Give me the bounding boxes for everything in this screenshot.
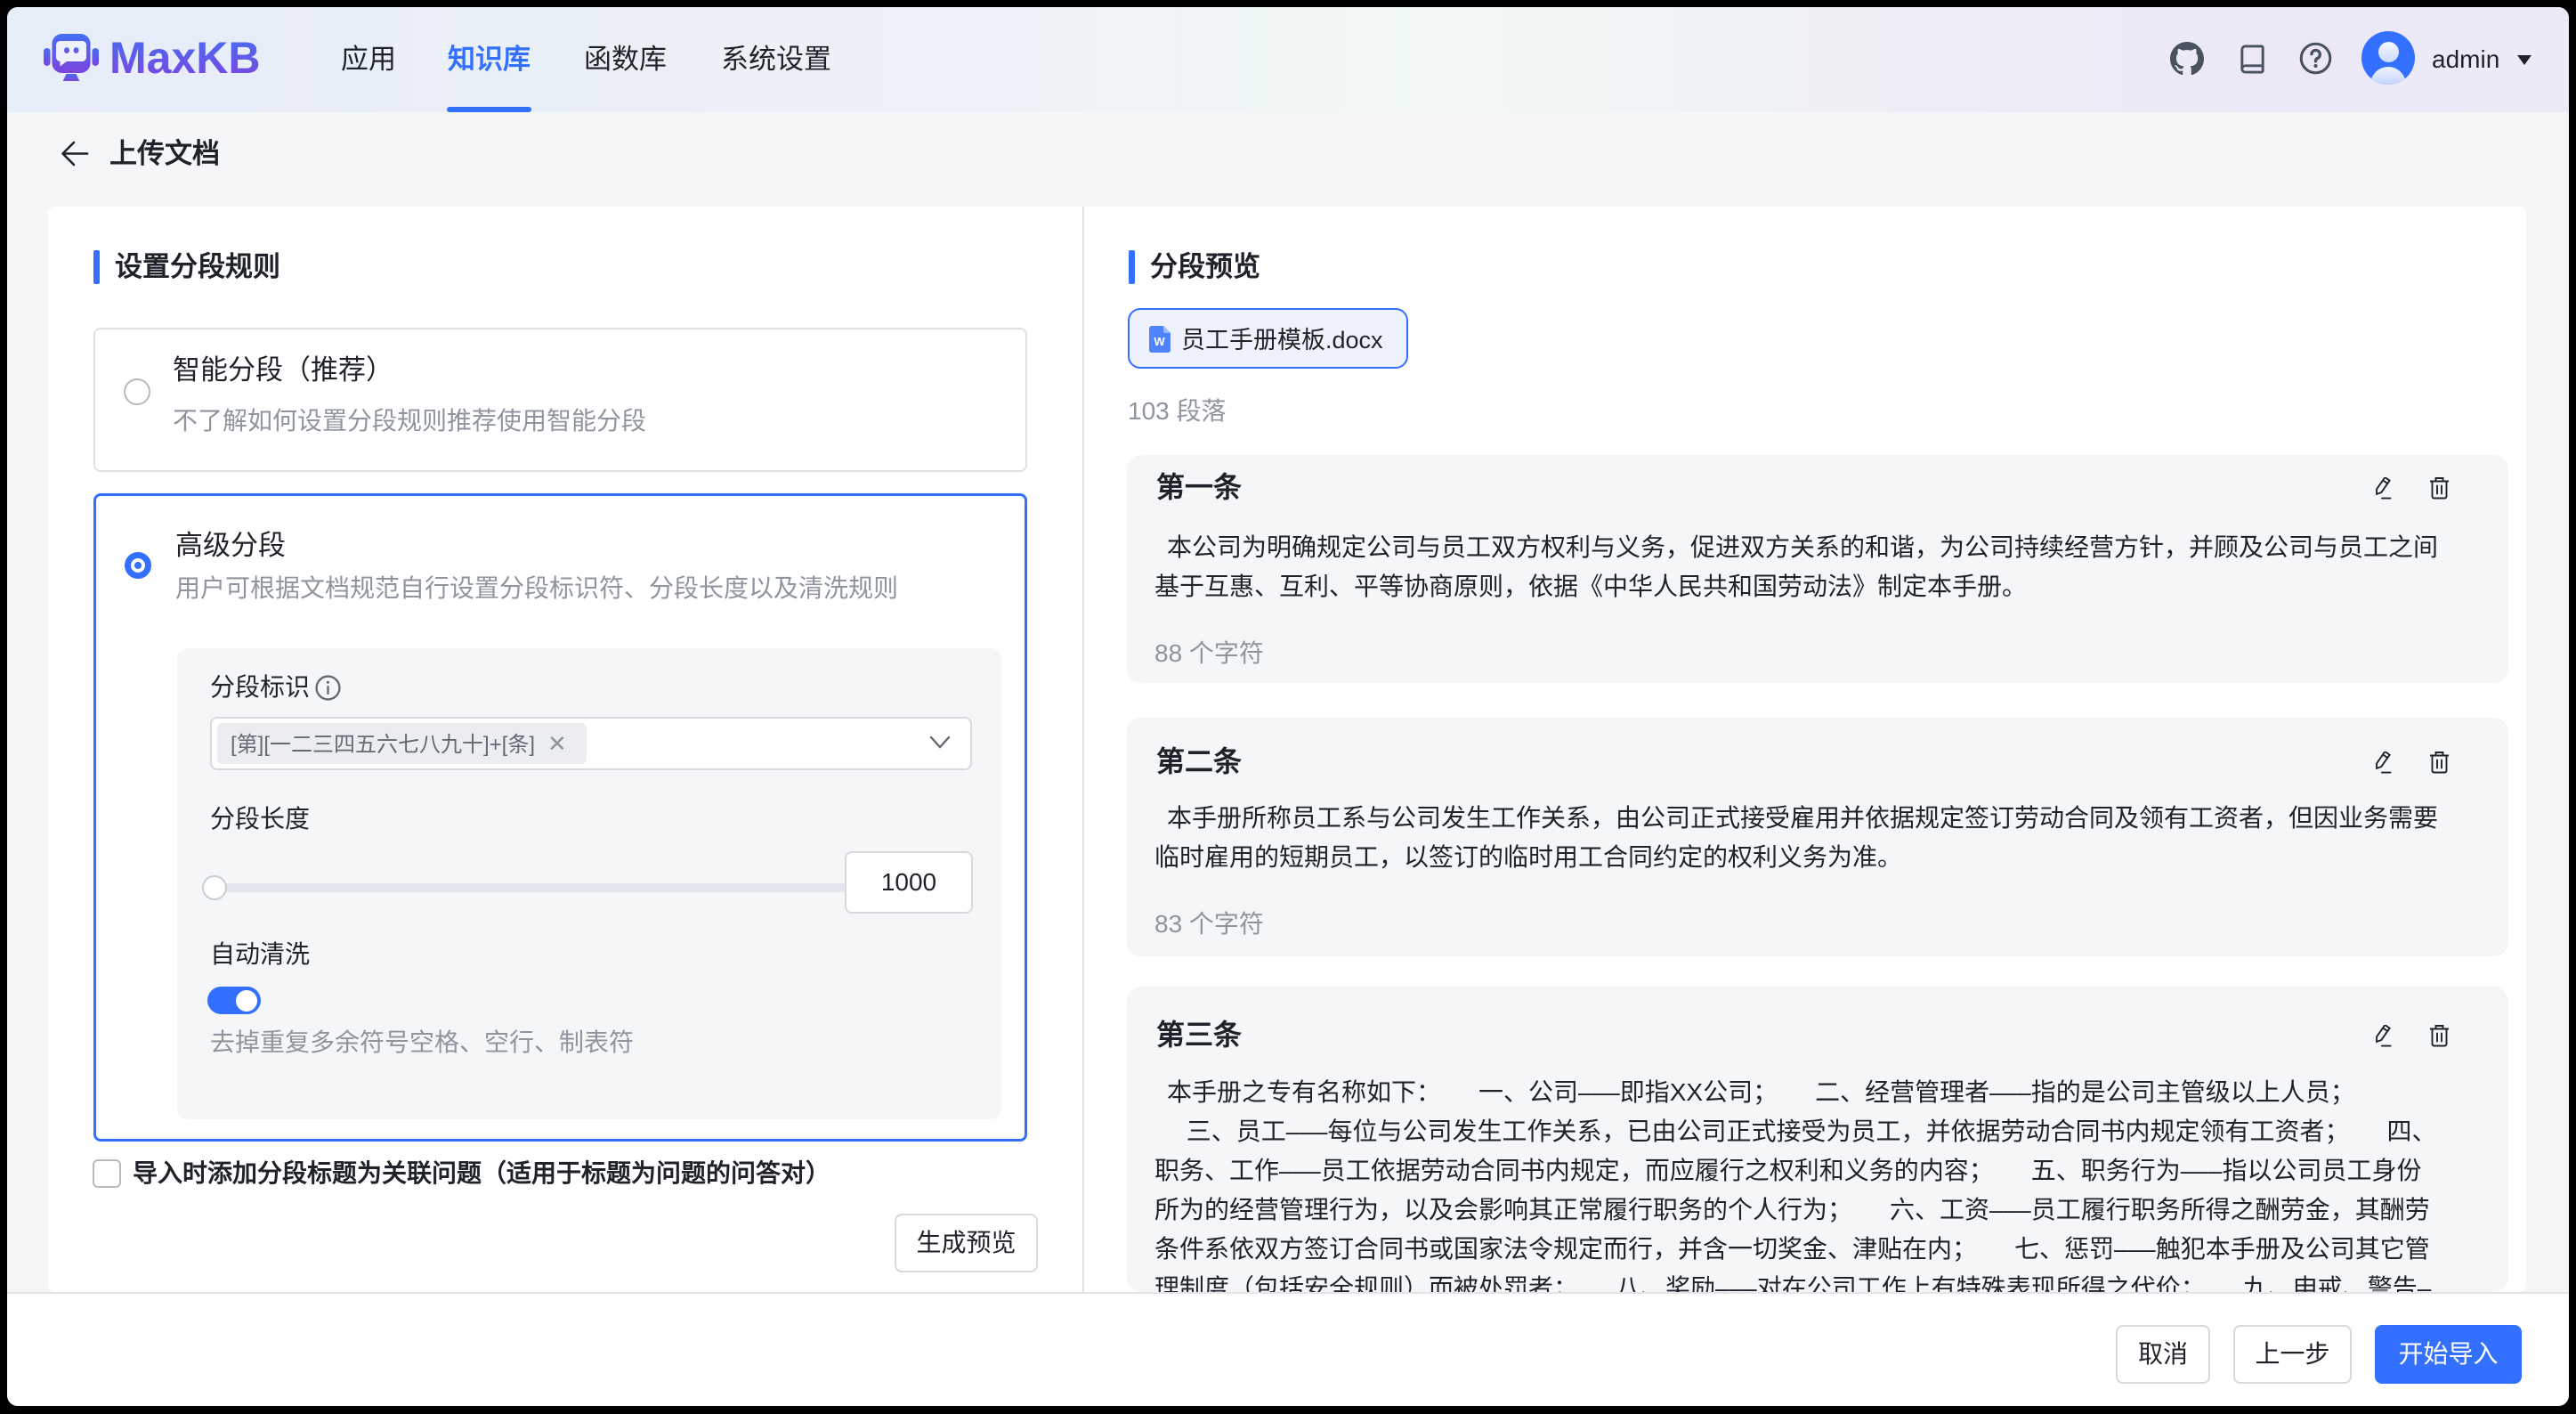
svg-text:MaxKB: MaxKB xyxy=(109,33,260,83)
svg-text:W: W xyxy=(1154,335,1165,348)
